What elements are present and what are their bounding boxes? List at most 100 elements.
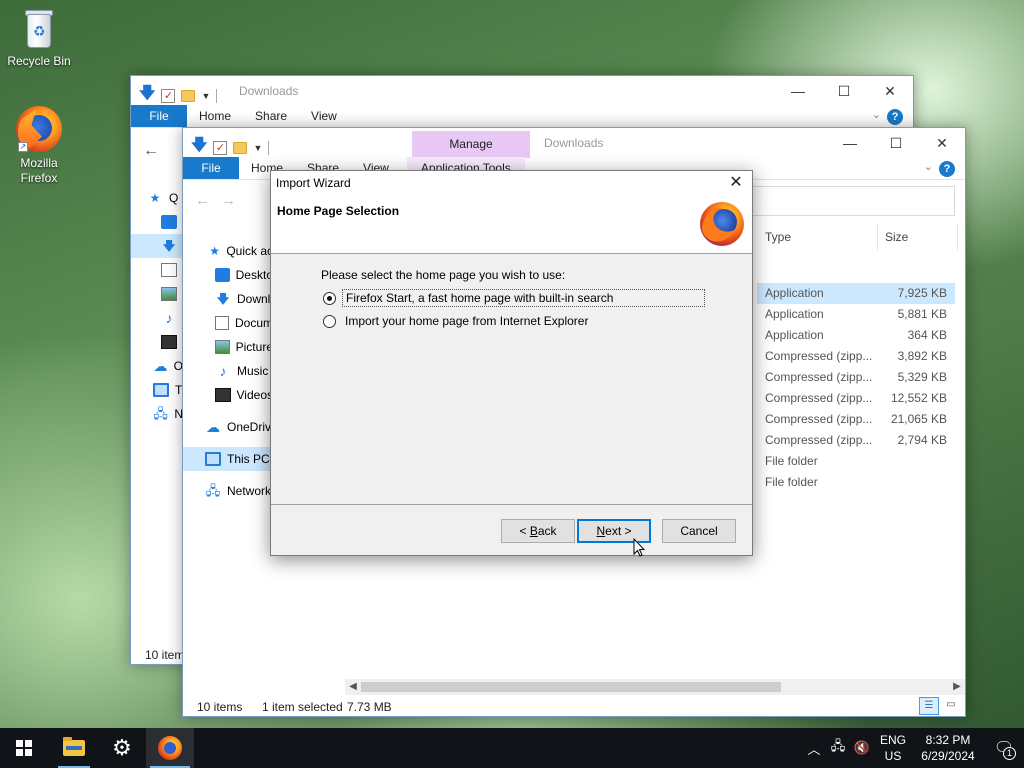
window-title: Downloads [239, 84, 299, 98]
dialog-prompt: Please select the home page you wish to … [321, 268, 566, 282]
back-arrow-icon[interactable]: ← [143, 142, 159, 160]
dialog-close-button[interactable]: ✕ [726, 173, 746, 193]
back-button[interactable]: < Back [501, 519, 575, 543]
nav-documents[interactable] [131, 258, 183, 282]
documents-icon [215, 316, 229, 330]
close-button[interactable]: ✕ [867, 76, 913, 106]
table-row[interactable]: Compressed (zipp... 2,794 KB [757, 430, 955, 451]
import-wizard-dialog[interactable]: Import Wizard ✕ Home Page Selection Plea… [270, 170, 753, 556]
help-icon[interactable]: ? [939, 161, 955, 177]
nav-videos[interactable]: Videos [183, 383, 273, 407]
clock[interactable]: 8:32 PM 6/29/2024 [912, 732, 984, 764]
nav-downloads[interactable]: 🡇 [131, 234, 183, 258]
forward-arrow-icon[interactable]: → [221, 192, 236, 209]
downloads-icon: 🡇 [162, 239, 176, 253]
table-row[interactable]: File folder [757, 451, 955, 472]
pictures-icon [215, 340, 230, 354]
show-hidden-icons-icon[interactable]: ︿ [802, 739, 826, 758]
nav-music[interactable]: ♪ Music [183, 359, 273, 383]
taskbar-file-explorer[interactable] [50, 728, 98, 768]
radio-firefox-start[interactable] [323, 291, 336, 305]
desktop-icon [215, 268, 230, 282]
scroll-left-icon[interactable]: ◀ [345, 679, 361, 695]
radio-import-ie[interactable] [323, 314, 336, 328]
table-row[interactable]: Compressed (zipp... 3,892 KB [757, 346, 955, 367]
onedrive-icon: ☁ [153, 358, 168, 374]
tab-view[interactable]: View [299, 105, 349, 127]
tab-file[interactable]: File [131, 105, 187, 127]
nav-this-pc[interactable]: This PC [183, 447, 273, 471]
back-arrow-icon[interactable]: ← [195, 192, 210, 209]
large-icons-view-icon[interactable]: ▭ [941, 697, 961, 715]
option-import-ie-label[interactable]: Import your home page from Internet Expl… [342, 313, 591, 329]
help-icon[interactable]: ? [887, 109, 903, 125]
table-row[interactable]: Compressed (zipp... 12,552 KB [757, 388, 955, 409]
downloads-icon: 🡇 [216, 292, 230, 306]
column-header-type[interactable]: Type [765, 230, 791, 244]
taskbar-firefox[interactable] [146, 728, 194, 768]
new-folder-icon[interactable] [181, 89, 196, 102]
table-row[interactable]: File folder [757, 472, 955, 493]
minimize-button[interactable]: — [775, 76, 821, 106]
music-icon: ♪ [219, 363, 227, 379]
option-import-ie[interactable]: Import your home page from Internet Expl… [323, 313, 591, 329]
tab-manage[interactable]: Manage [412, 131, 530, 158]
nav-network[interactable]: 🖧 N [131, 402, 183, 426]
volume-muted-icon[interactable]: 🔇 [850, 740, 874, 756]
tab-home[interactable]: Home [187, 105, 243, 127]
table-row[interactable]: Application 5,881 KB [757, 304, 955, 325]
nav-quick-access[interactable]: ★ Quick ac [183, 239, 273, 263]
customize-dropdown-icon[interactable]: ▼ [253, 143, 262, 153]
nav-documents[interactable]: Docum [183, 311, 273, 335]
table-row[interactable]: Compressed (zipp... 5,329 KB [757, 367, 955, 388]
table-row[interactable]: Compressed (zipp... 21,065 KB [757, 409, 955, 430]
details-view-icon[interactable]: ☰ [919, 697, 939, 715]
recycle-bin-desktop-icon[interactable]: ♻ Recycle Bin [1, 6, 77, 69]
scrollbar-thumb[interactable] [361, 682, 781, 692]
language-indicator[interactable]: ENG US [874, 732, 912, 764]
expand-ribbon-icon[interactable]: ⌄ [924, 160, 933, 173]
nav-downloads[interactable]: 🡇 Downl [183, 287, 273, 311]
nav-music[interactable]: ♪ [131, 306, 183, 330]
close-button[interactable]: ✕ [919, 128, 965, 158]
network-icon: 🖧 [205, 483, 221, 498]
table-row[interactable]: Application 7,925 KB [757, 283, 955, 304]
start-button[interactable] [0, 728, 48, 768]
maximize-button[interactable]: ☐ [873, 128, 919, 158]
option-firefox-start-label[interactable]: Firefox Start, a fast home page with bui… [342, 289, 705, 307]
nav-desktop[interactable] [131, 210, 183, 234]
horizontal-scrollbar[interactable]: ◀ ▶ [345, 679, 965, 695]
network-tray-icon[interactable]: 🖧 [826, 737, 850, 759]
gear-icon: ⚙ [112, 735, 132, 760]
properties-icon[interactable]: ✓ [161, 88, 176, 103]
shortcut-arrow-icon: ↗ [18, 142, 28, 152]
action-center-button[interactable]: 🗨 1 [984, 738, 1024, 760]
maximize-button[interactable]: ☐ [821, 76, 867, 106]
tab-file[interactable]: File [183, 157, 239, 179]
firefox-icon [158, 736, 182, 760]
tab-share[interactable]: Share [243, 105, 299, 127]
scroll-right-icon[interactable]: ▶ [949, 679, 965, 695]
nav-quick-access[interactable]: ★ Q [131, 186, 183, 210]
minimize-button[interactable]: — [827, 128, 873, 158]
search-input[interactable] [751, 186, 955, 216]
nav-pictures[interactable] [131, 282, 183, 306]
nav-videos[interactable] [131, 330, 183, 354]
nav-desktop[interactable]: Deskto [183, 263, 273, 287]
taskbar-settings[interactable]: ⚙ [98, 728, 146, 768]
nav-this-pc[interactable]: T [131, 378, 183, 402]
nav-pictures[interactable]: Picture [183, 335, 273, 359]
customize-dropdown-icon[interactable]: ▼ [201, 91, 210, 101]
nav-onedrive[interactable]: ☁ O [131, 354, 183, 378]
option-firefox-start[interactable]: Firefox Start, a fast home page with bui… [323, 289, 705, 307]
firefox-desktop-icon[interactable]: ↗ Mozilla Firefox [1, 106, 77, 186]
nav-onedrive[interactable]: ☁ OneDriv [183, 415, 273, 439]
cancel-button[interactable]: Cancel [662, 519, 736, 543]
column-header-size[interactable]: Size [885, 230, 908, 244]
properties-icon[interactable]: ✓ [213, 140, 228, 155]
this-pc-icon [153, 383, 169, 397]
table-row[interactable]: Application 364 KB [757, 325, 955, 346]
expand-ribbon-icon[interactable]: ⌄ [872, 108, 881, 121]
nav-network[interactable]: 🖧 Network [183, 479, 273, 503]
new-folder-icon[interactable] [233, 141, 248, 154]
